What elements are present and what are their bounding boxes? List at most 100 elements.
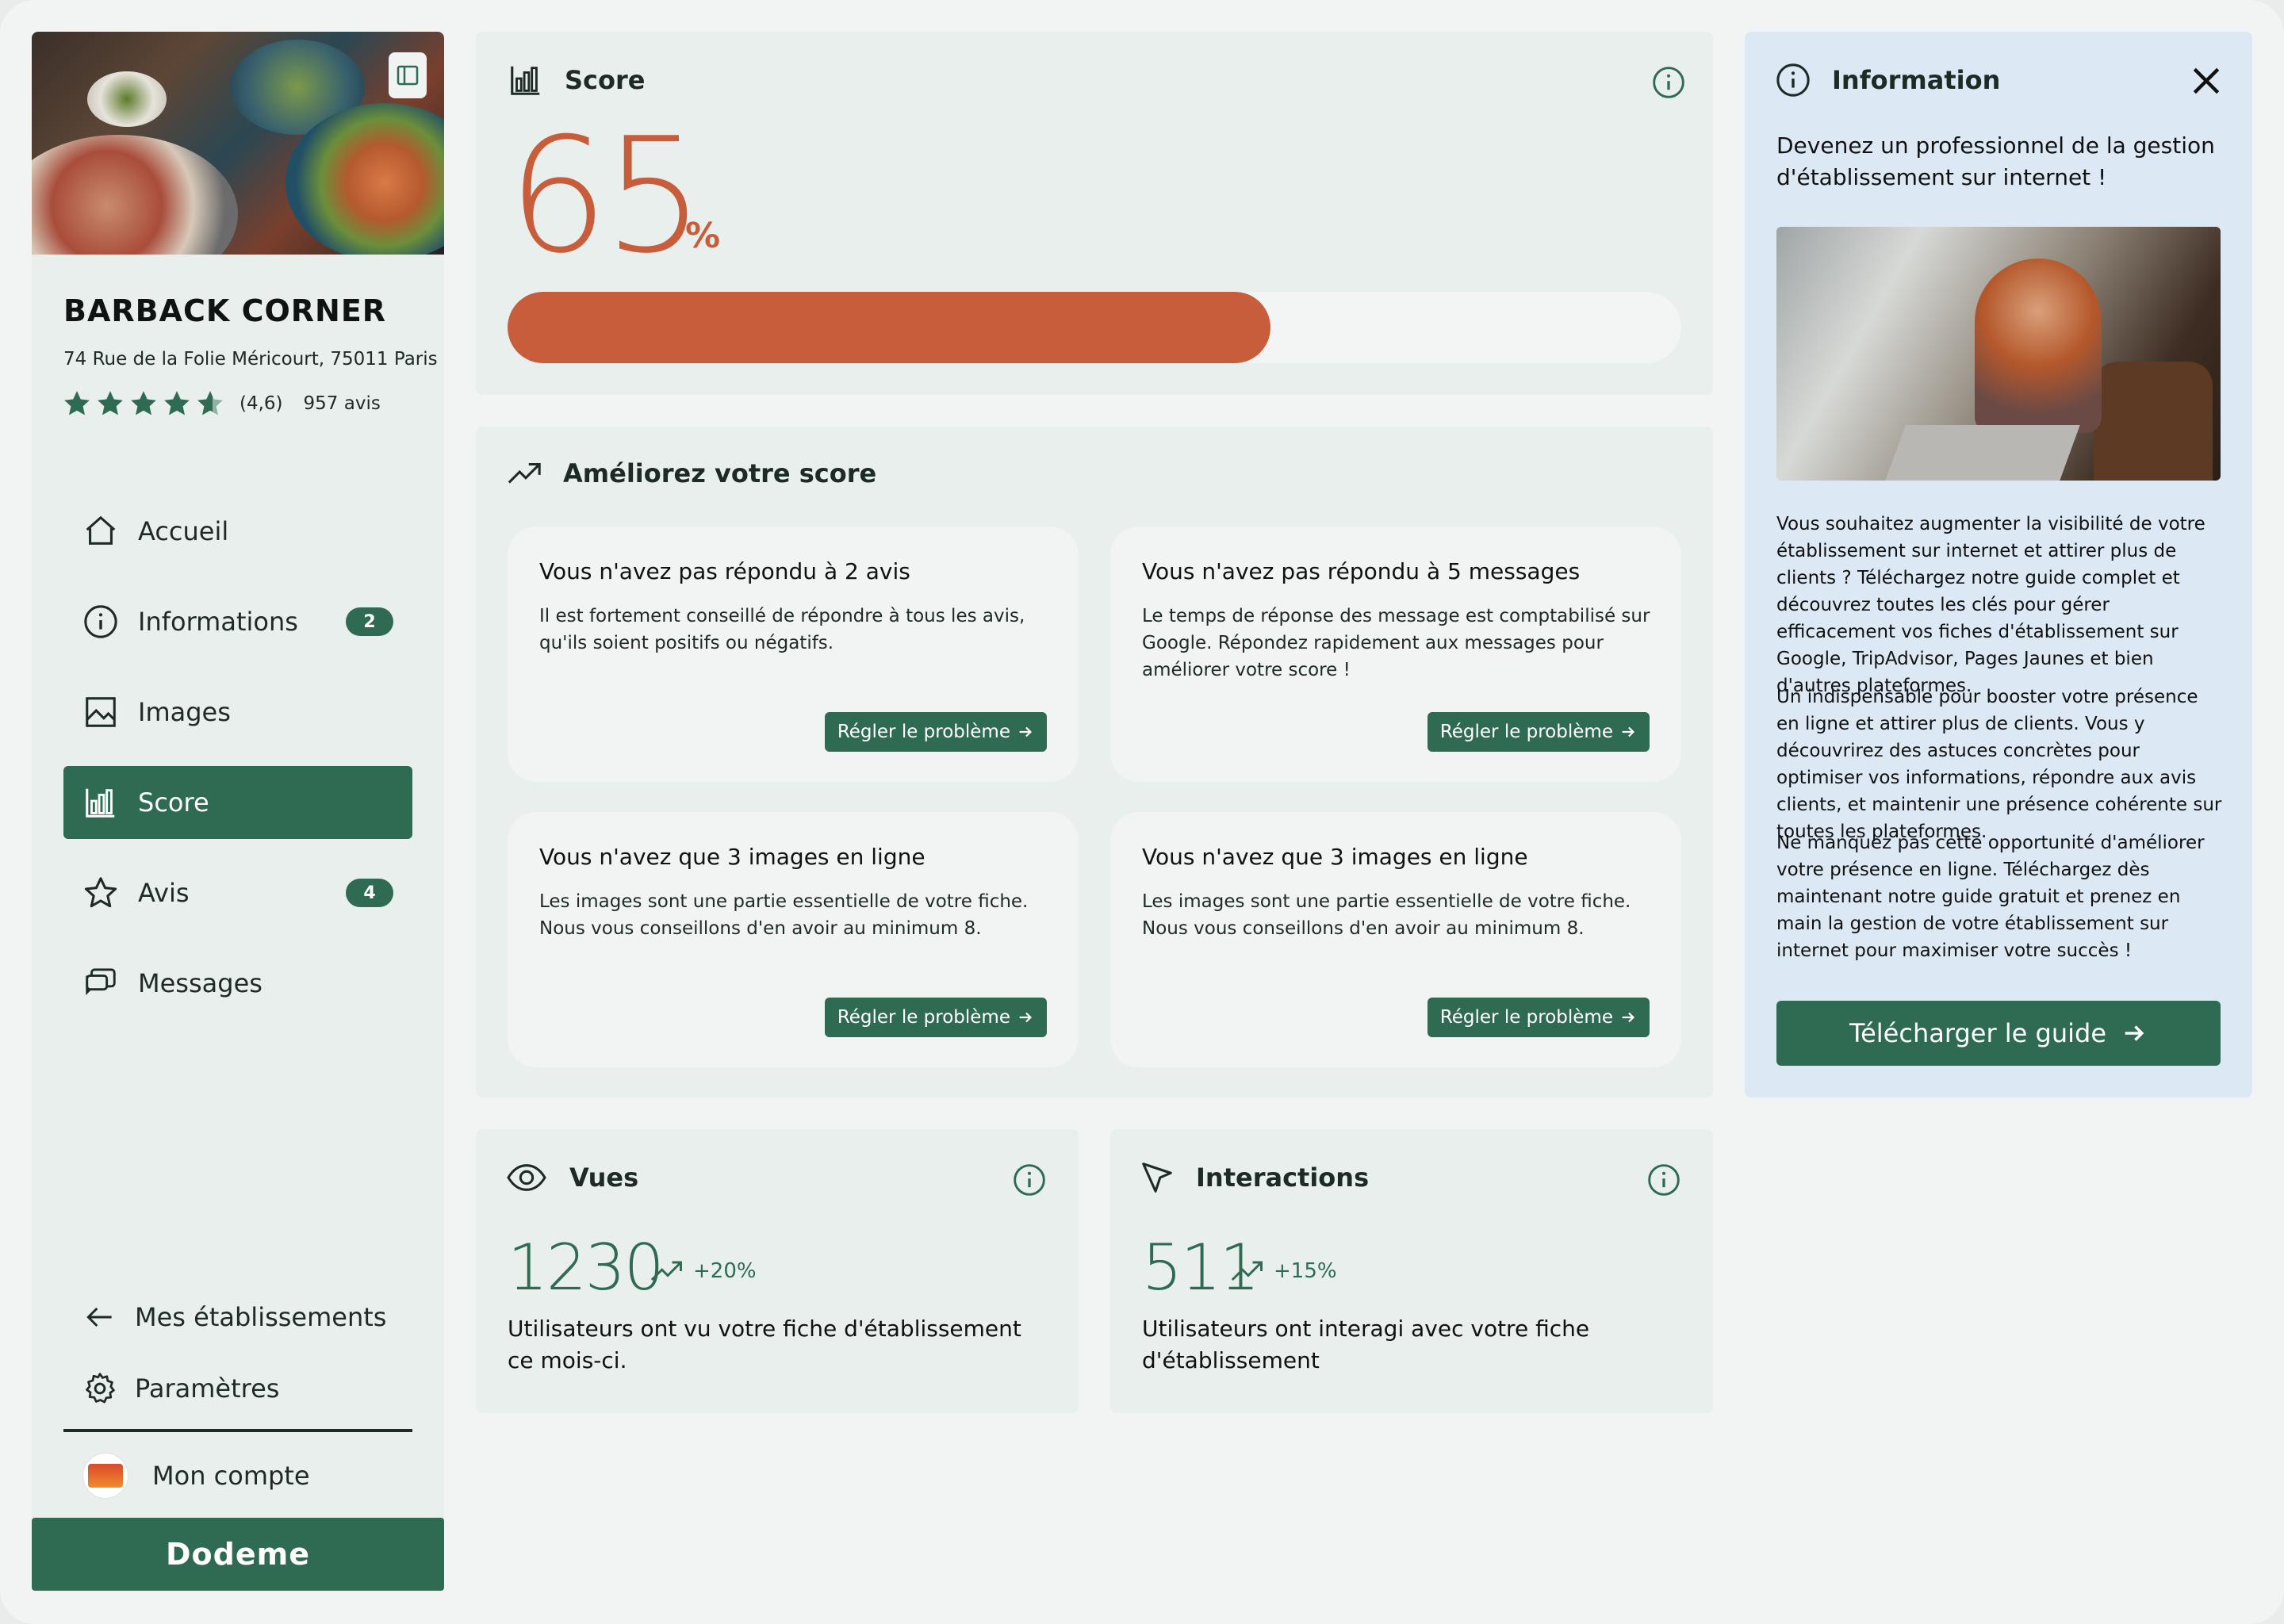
interactions-card: Interactions 511 +15% Utilisateurs ont i… [1110,1129,1713,1413]
sidebar-item-label: Messages [138,968,263,998]
sidebar-item-label: Images [138,697,231,727]
divider [63,1429,412,1432]
sidebar-item-accueil[interactable]: Accueil [63,495,412,568]
fix-problem-label: Régler le problème [837,1007,1010,1028]
close-icon[interactable] [2189,63,2224,98]
fix-problem-button[interactable]: Régler le problème [1427,712,1650,752]
sidebar-item-label: Avis [138,878,190,908]
my-establishments-label: Mes établissements [135,1302,387,1332]
views-trend-value: +20% [693,1259,757,1283]
star-icon [84,877,117,908]
issue-title: Vous n'avez pas répondu à 5 messages [1142,558,1581,584]
issue-title: Vous n'avez que 3 images en ligne [539,844,925,870]
fix-problem-label: Régler le problème [1439,1007,1613,1028]
image-icon [86,697,116,727]
sidebar-item-images[interactable]: Images [63,676,412,749]
information-paragraph: Ne manquez pas cette opportunité d'améli… [1776,833,2205,961]
trending-up-icon [650,1261,682,1281]
fix-problem-label: Régler le problème [1439,722,1613,742]
sidebar-item-avis[interactable]: Avis 4 [63,856,412,929]
information-header: Information [1775,62,2000,98]
star-filled-icon [64,391,90,416]
star-partial-icon [197,391,223,416]
fix-problem-button[interactable]: Régler le problème [824,998,1047,1037]
fix-problem-label: Régler le problème [837,722,1010,742]
app-window: BARBACK CORNER 74 Rue de la Folie Mérico… [0,0,2284,1624]
footer-brand-logo[interactable]: Dodeme [32,1518,444,1591]
interactions-trend-value: +15% [1274,1259,1337,1283]
issue-description: Les images sont une partie essentielle d… [539,891,1029,939]
download-guide-label: Télécharger le guide [1849,1018,2106,1048]
improve-title: Améliorez votre score [563,458,877,488]
arrow-right-icon [1019,726,1032,737]
info-icon[interactable] [1012,1162,1047,1197]
views-value: 1230 [508,1231,665,1304]
account-link[interactable]: Mon compte [63,1440,412,1511]
views-header: Vues [504,1159,638,1196]
views-trend: +20% [650,1259,757,1283]
issue-title: Vous n'avez que 3 images en ligne [1142,844,1528,870]
fix-problem-button[interactable]: Régler le problème [1427,998,1650,1037]
sidebar-item-informations[interactable]: Informations 2 [63,585,412,658]
establishment-address: 74 Rue de la Folie Méricourt, 75011 Pari… [63,349,438,370]
arrow-right-icon [1622,726,1634,737]
information-panel: Information Devenez un professionnel de … [1745,32,2252,1097]
establishment-photo [32,32,444,255]
bar-chart-icon [86,788,115,818]
sidebar: BARBACK CORNER 74 Rue de la Folie Mérico… [32,32,444,1592]
chat-icon [86,968,116,995]
notification-badge: 4 [346,879,393,907]
views-description: Utilisateurs ont vu votre fiche d'établi… [508,1316,1021,1373]
issue-description: Le temps de réponse des message est comp… [1142,606,1650,680]
info-icon[interactable] [1646,1162,1681,1197]
score-title: Score [565,65,646,95]
cursor-pointer-icon [1142,1162,1172,1193]
guide-photo [1776,227,2221,481]
home-icon [86,515,116,545]
views-title: Vues [569,1162,639,1193]
sidebar-item-score[interactable]: Score [63,766,412,839]
trending-up-icon [508,462,541,484]
score-progress-fill [508,292,1270,363]
interactions-trend: +15% [1231,1259,1337,1283]
sidebar-nav: Accueil Informations 2 Images Score Avis… [63,495,412,1037]
star-filled-icon [164,391,190,416]
settings-link[interactable]: Paramètres [63,1353,412,1424]
star-filled-icon [98,391,123,416]
establishment-name: BARBACK CORNER [63,293,387,328]
issue-description: Les images sont une partie essentielle d… [1142,891,1631,939]
rating: (4,6) 957 avis [62,389,381,419]
improve-score-card: Améliorez votre score Vous n'avez pas ré… [476,427,1713,1097]
information-paragraph: Un indispensable pour booster votre prés… [1776,687,2222,842]
issue-card: Vous n'avez pas répondu à 5 messages Le … [1110,527,1681,782]
info-icon[interactable] [1651,65,1686,100]
bar-chart-icon [511,66,540,95]
rating-value: (4,6) [240,393,283,414]
sidebar-item-label: Score [138,787,209,818]
settings-label: Paramètres [135,1373,280,1404]
sidebar-item-label: Accueil [138,516,229,546]
score-progress-bar [508,292,1681,363]
gear-icon [86,1373,115,1404]
sidebar-item-label: Informations [138,607,298,637]
interactions-title: Interactions [1196,1162,1370,1193]
information-paragraph: Vous souhaitez augmenter la visibilité d… [1776,514,2205,696]
download-guide-button[interactable]: Télécharger le guide [1776,1001,2221,1066]
sidebar-item-messages[interactable]: Messages [63,947,412,1020]
notification-badge: 2 [346,607,393,636]
arrow-left-icon [86,1307,112,1327]
issue-card: Vous n'avez que 3 images en ligne Les im… [508,812,1079,1067]
information-title: Information [1832,65,2001,95]
my-establishments-link[interactable]: Mes établissements [63,1281,412,1353]
account-label: Mon compte [152,1461,310,1491]
interactions-header: Interactions [1139,1159,1369,1196]
info-icon [1776,63,1810,97]
fix-problem-button[interactable]: Régler le problème [824,712,1047,752]
trending-up-icon [1231,1261,1263,1281]
score-card-header: Score [508,62,645,98]
sidebar-toggle-icon [397,65,419,86]
issue-card: Vous n'avez pas répondu à 2 avis Il est … [508,527,1079,782]
eye-icon [507,1164,546,1191]
sidebar-toggle-button[interactable] [389,52,427,98]
sidebar-bottom-links: Mes établissements Paramètres Mon compte [63,1281,412,1511]
